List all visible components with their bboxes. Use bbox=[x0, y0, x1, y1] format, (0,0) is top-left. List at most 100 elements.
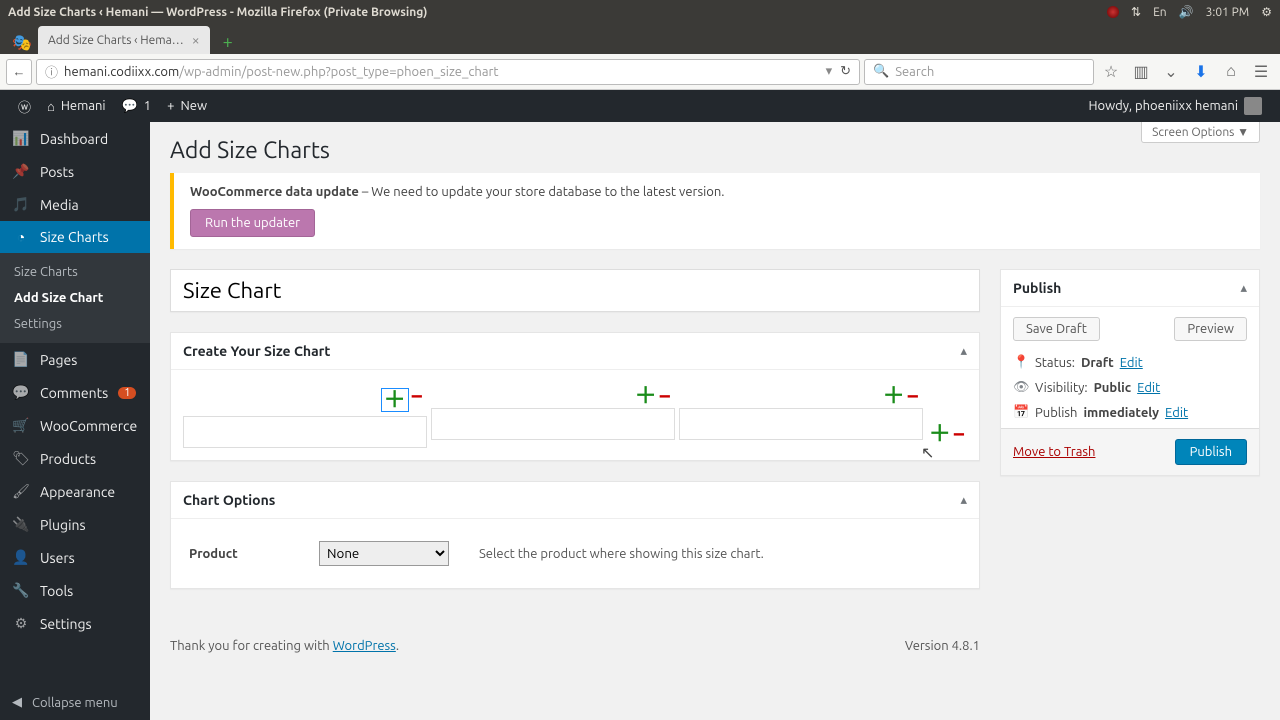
network-icon[interactable]: ⇅ bbox=[1131, 5, 1141, 19]
chart-options-box: Chart Options ▴ Product None Select the … bbox=[170, 481, 980, 589]
box-toggle-icon[interactable]: ▴ bbox=[1240, 281, 1247, 296]
gear-icon[interactable]: ⚙ bbox=[1261, 5, 1272, 19]
sidebar-item-posts[interactable]: 📌Posts bbox=[0, 155, 150, 188]
sidebar-item-comments[interactable]: 💬Comments1 bbox=[0, 376, 150, 409]
sidebar-item-tools[interactable]: 🔧Tools bbox=[0, 574, 150, 607]
url-field[interactable]: ⓘ hemani.codiixx.com /wp-admin/post-new.… bbox=[36, 59, 860, 85]
reading-list-icon[interactable]: ▥ bbox=[1128, 59, 1154, 85]
record-icon[interactable] bbox=[1107, 6, 1119, 18]
plus-icon: + bbox=[167, 99, 174, 113]
volume-icon[interactable]: 🔊 bbox=[1179, 5, 1194, 19]
tab-strip: 🎭 Add Size Charts ‹ Hema… × + bbox=[0, 24, 1280, 54]
search-field[interactable]: 🔍 Search bbox=[864, 59, 1094, 85]
back-button[interactable]: ← bbox=[6, 59, 32, 85]
save-draft-button[interactable]: Save Draft bbox=[1013, 317, 1100, 341]
submenu-add-sizechart[interactable]: Add Size Chart bbox=[0, 285, 150, 311]
run-updater-button[interactable]: Run the updater bbox=[190, 209, 315, 237]
dropdown-icon[interactable]: ▾ bbox=[826, 64, 833, 79]
bookmark-star-icon[interactable]: ☆ bbox=[1098, 59, 1124, 85]
screen-options-toggle[interactable]: Screen Options ▼ bbox=[1141, 122, 1260, 143]
notice-bold: WooCommerce data update bbox=[190, 185, 359, 199]
media-icon: 🎵 bbox=[12, 196, 30, 213]
publish-heading: Publish bbox=[1013, 280, 1061, 296]
users-icon: 👤 bbox=[12, 549, 30, 566]
chart-cell-input[interactable] bbox=[431, 408, 675, 440]
browser-toolbar: ← ⓘ hemani.codiixx.com /wp-admin/post-ne… bbox=[0, 54, 1280, 90]
remove-row-icon[interactable]: − bbox=[953, 426, 965, 442]
sidebar-item-appearance[interactable]: 🖌Appearance bbox=[0, 475, 150, 508]
reload-icon[interactable]: ↻ bbox=[840, 64, 851, 79]
window-title: Add Size Charts ‹ Hemani — WordPress - M… bbox=[8, 6, 1107, 19]
clock[interactable]: 3:01 PM bbox=[1206, 6, 1250, 19]
sidebar-item-media[interactable]: 🎵Media bbox=[0, 188, 150, 221]
submenu-settings[interactable]: Settings bbox=[0, 311, 150, 337]
product-select[interactable]: None bbox=[319, 541, 449, 566]
lang-indicator[interactable]: En bbox=[1153, 6, 1167, 19]
home-icon[interactable]: ⌂ bbox=[1218, 59, 1244, 85]
hamburger-icon[interactable]: ☰ bbox=[1248, 59, 1274, 85]
remove-column-icon[interactable]: − bbox=[411, 388, 423, 412]
sidebar-item-plugins[interactable]: 🔌Plugins bbox=[0, 508, 150, 541]
comments-link[interactable]: 💬 1 bbox=[114, 90, 160, 122]
calendar-icon: 📅 bbox=[1013, 405, 1029, 420]
collapse-menu[interactable]: ◀Collapse menu bbox=[0, 685, 130, 720]
chart-cell-input[interactable] bbox=[679, 408, 923, 440]
site-link[interactable]: ⌂ Hemani bbox=[39, 90, 114, 122]
add-column-icon[interactable]: ＋ bbox=[883, 388, 905, 404]
browser-tab[interactable]: Add Size Charts ‹ Hema… × bbox=[38, 26, 210, 54]
edit-visibility-link[interactable]: Edit bbox=[1137, 381, 1160, 395]
collapse-icon: ◀ bbox=[12, 695, 22, 710]
sidebar-item-settings[interactable]: ⚙Settings bbox=[0, 607, 150, 640]
box-heading: Chart Options bbox=[183, 492, 275, 508]
sidebar-item-products[interactable]: 🏷Products bbox=[0, 442, 150, 475]
downloads-icon[interactable]: ⬇ bbox=[1188, 59, 1214, 85]
sidebar-item-dashboard[interactable]: 📊Dashboard bbox=[0, 122, 150, 155]
create-size-chart-box: Create Your Size Chart ▴ ＋ − bbox=[170, 332, 980, 461]
sidebar-submenu: Size Charts Add Size Chart Settings bbox=[0, 253, 150, 343]
wordpress-link[interactable]: WordPress bbox=[333, 639, 396, 653]
edit-publish-link[interactable]: Edit bbox=[1165, 406, 1188, 420]
wp-logo[interactable]: ⓦ bbox=[10, 90, 39, 122]
tab-label: Add Size Charts ‹ Hema… bbox=[48, 34, 184, 47]
add-column-icon[interactable]: ＋ bbox=[635, 388, 657, 404]
avatar bbox=[1244, 97, 1262, 115]
add-row-icon[interactable]: ＋ bbox=[929, 426, 951, 442]
box-toggle-icon[interactable]: ▴ bbox=[960, 493, 967, 508]
sidebar-item-users[interactable]: 👤Users bbox=[0, 541, 150, 574]
sizecharts-icon: ◔ bbox=[12, 229, 30, 245]
comments-badge: 1 bbox=[118, 387, 136, 399]
status-icon: 📍 bbox=[1013, 355, 1029, 370]
url-path: /wp-admin/post-new.php?post_type=phoen_s… bbox=[179, 65, 498, 79]
tools-icon: 🔧 bbox=[12, 582, 30, 599]
user-menu[interactable]: Howdy, phoeniixx hemani bbox=[1080, 90, 1270, 122]
submenu-sizecharts[interactable]: Size Charts bbox=[0, 259, 150, 285]
new-tab-button[interactable]: + bbox=[216, 30, 240, 54]
search-icon: 🔍 bbox=[873, 64, 889, 79]
sidebar-item-pages[interactable]: 📄Pages bbox=[0, 343, 150, 376]
comments-icon: 💬 bbox=[12, 384, 30, 401]
chart-cell-input[interactable] bbox=[183, 416, 427, 448]
publish-button[interactable]: Publish bbox=[1175, 439, 1247, 465]
remove-column-icon[interactable]: − bbox=[659, 388, 671, 404]
preview-button[interactable]: Preview bbox=[1174, 317, 1247, 341]
move-to-trash-link[interactable]: Move to Trash bbox=[1013, 445, 1095, 459]
remove-column-icon[interactable]: − bbox=[907, 388, 919, 404]
search-placeholder: Search bbox=[895, 65, 934, 79]
wp-footer: Thank you for creating with WordPress. V… bbox=[170, 639, 980, 653]
new-content-link[interactable]: + New bbox=[159, 90, 215, 122]
box-toggle-icon[interactable]: ▴ bbox=[960, 344, 967, 359]
post-title-input[interactable] bbox=[170, 269, 980, 312]
products-icon: 🏷 bbox=[12, 450, 30, 467]
wp-sidebar: 📊Dashboard 📌Posts 🎵Media ◔Size Charts Si… bbox=[0, 122, 150, 720]
sidebar-item-woocommerce[interactable]: 🛒WooCommerce bbox=[0, 409, 150, 442]
add-column-icon[interactable]: ＋ bbox=[381, 388, 409, 412]
sidebar-item-sizecharts[interactable]: ◔Size Charts bbox=[0, 221, 150, 253]
box-heading: Create Your Size Chart bbox=[183, 343, 330, 359]
close-tab-icon[interactable]: × bbox=[192, 32, 200, 48]
comment-icon: 💬 bbox=[122, 99, 138, 114]
private-mask-icon: 🎭 bbox=[6, 30, 38, 54]
dashboard-icon: 📊 bbox=[12, 130, 30, 147]
pocket-icon[interactable]: ⌄ bbox=[1158, 59, 1184, 85]
edit-status-link[interactable]: Edit bbox=[1120, 356, 1143, 370]
os-titlebar: Add Size Charts ‹ Hemani — WordPress - M… bbox=[0, 0, 1280, 24]
